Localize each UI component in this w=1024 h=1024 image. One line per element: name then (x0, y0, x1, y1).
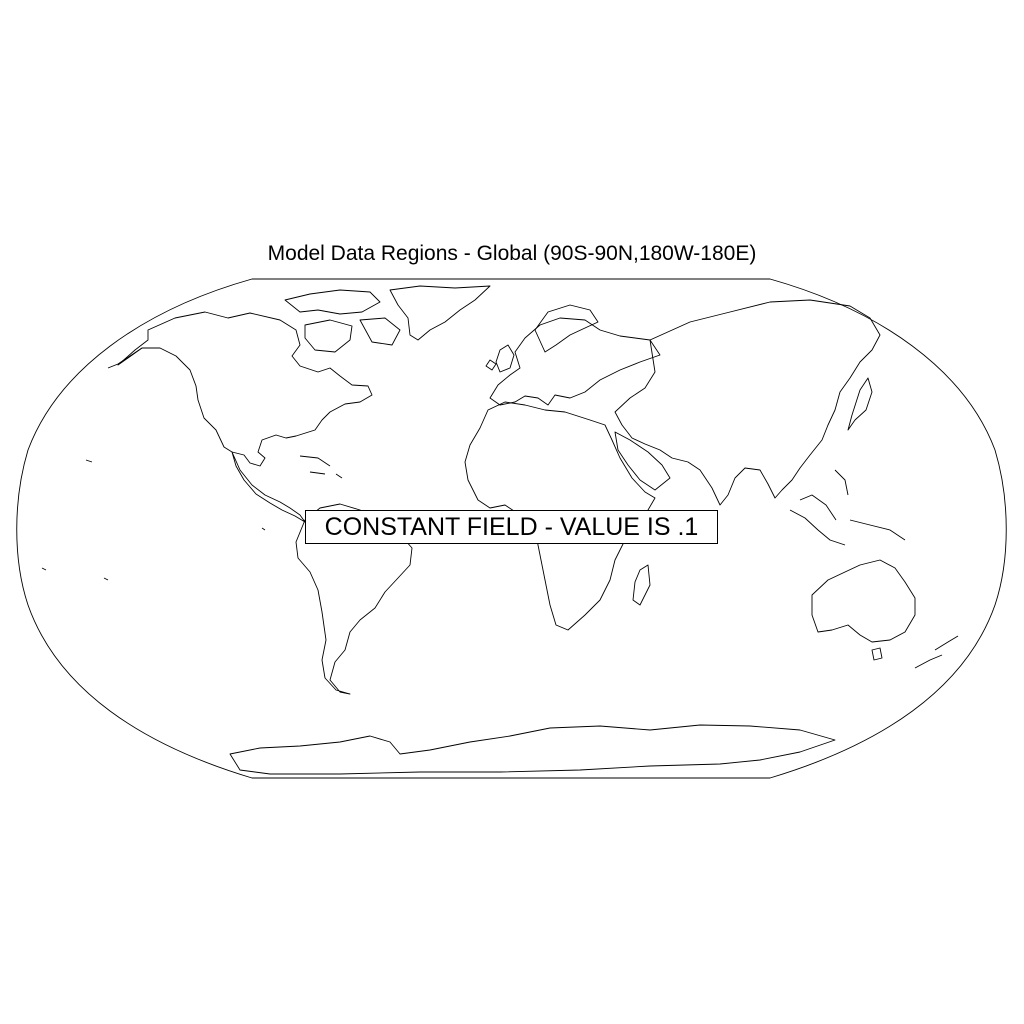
british-isles (485, 344, 515, 373)
southeast-asia-islands (789, 469, 906, 546)
australia-coastline (811, 559, 916, 643)
pacific-islands (41, 459, 266, 581)
greenland-coastline (389, 285, 491, 341)
europe-coastline (489, 317, 661, 406)
japan (847, 377, 873, 431)
scandinavia (534, 304, 599, 353)
central-america-coastline (231, 451, 306, 523)
tasmania (871, 647, 883, 661)
arabian-peninsula (614, 431, 671, 491)
alaska-peninsula (107, 347, 143, 369)
north-america-coastline (117, 311, 373, 467)
asia-coastline (614, 299, 881, 506)
caribbean-islands (299, 455, 343, 479)
new-zealand (914, 635, 959, 669)
arctic-islands (284, 289, 401, 353)
antarctica-coastline (229, 724, 836, 775)
constant-field-notice: CONSTANT FIELD - VALUE IS .1 (305, 510, 718, 544)
madagascar (632, 564, 651, 606)
